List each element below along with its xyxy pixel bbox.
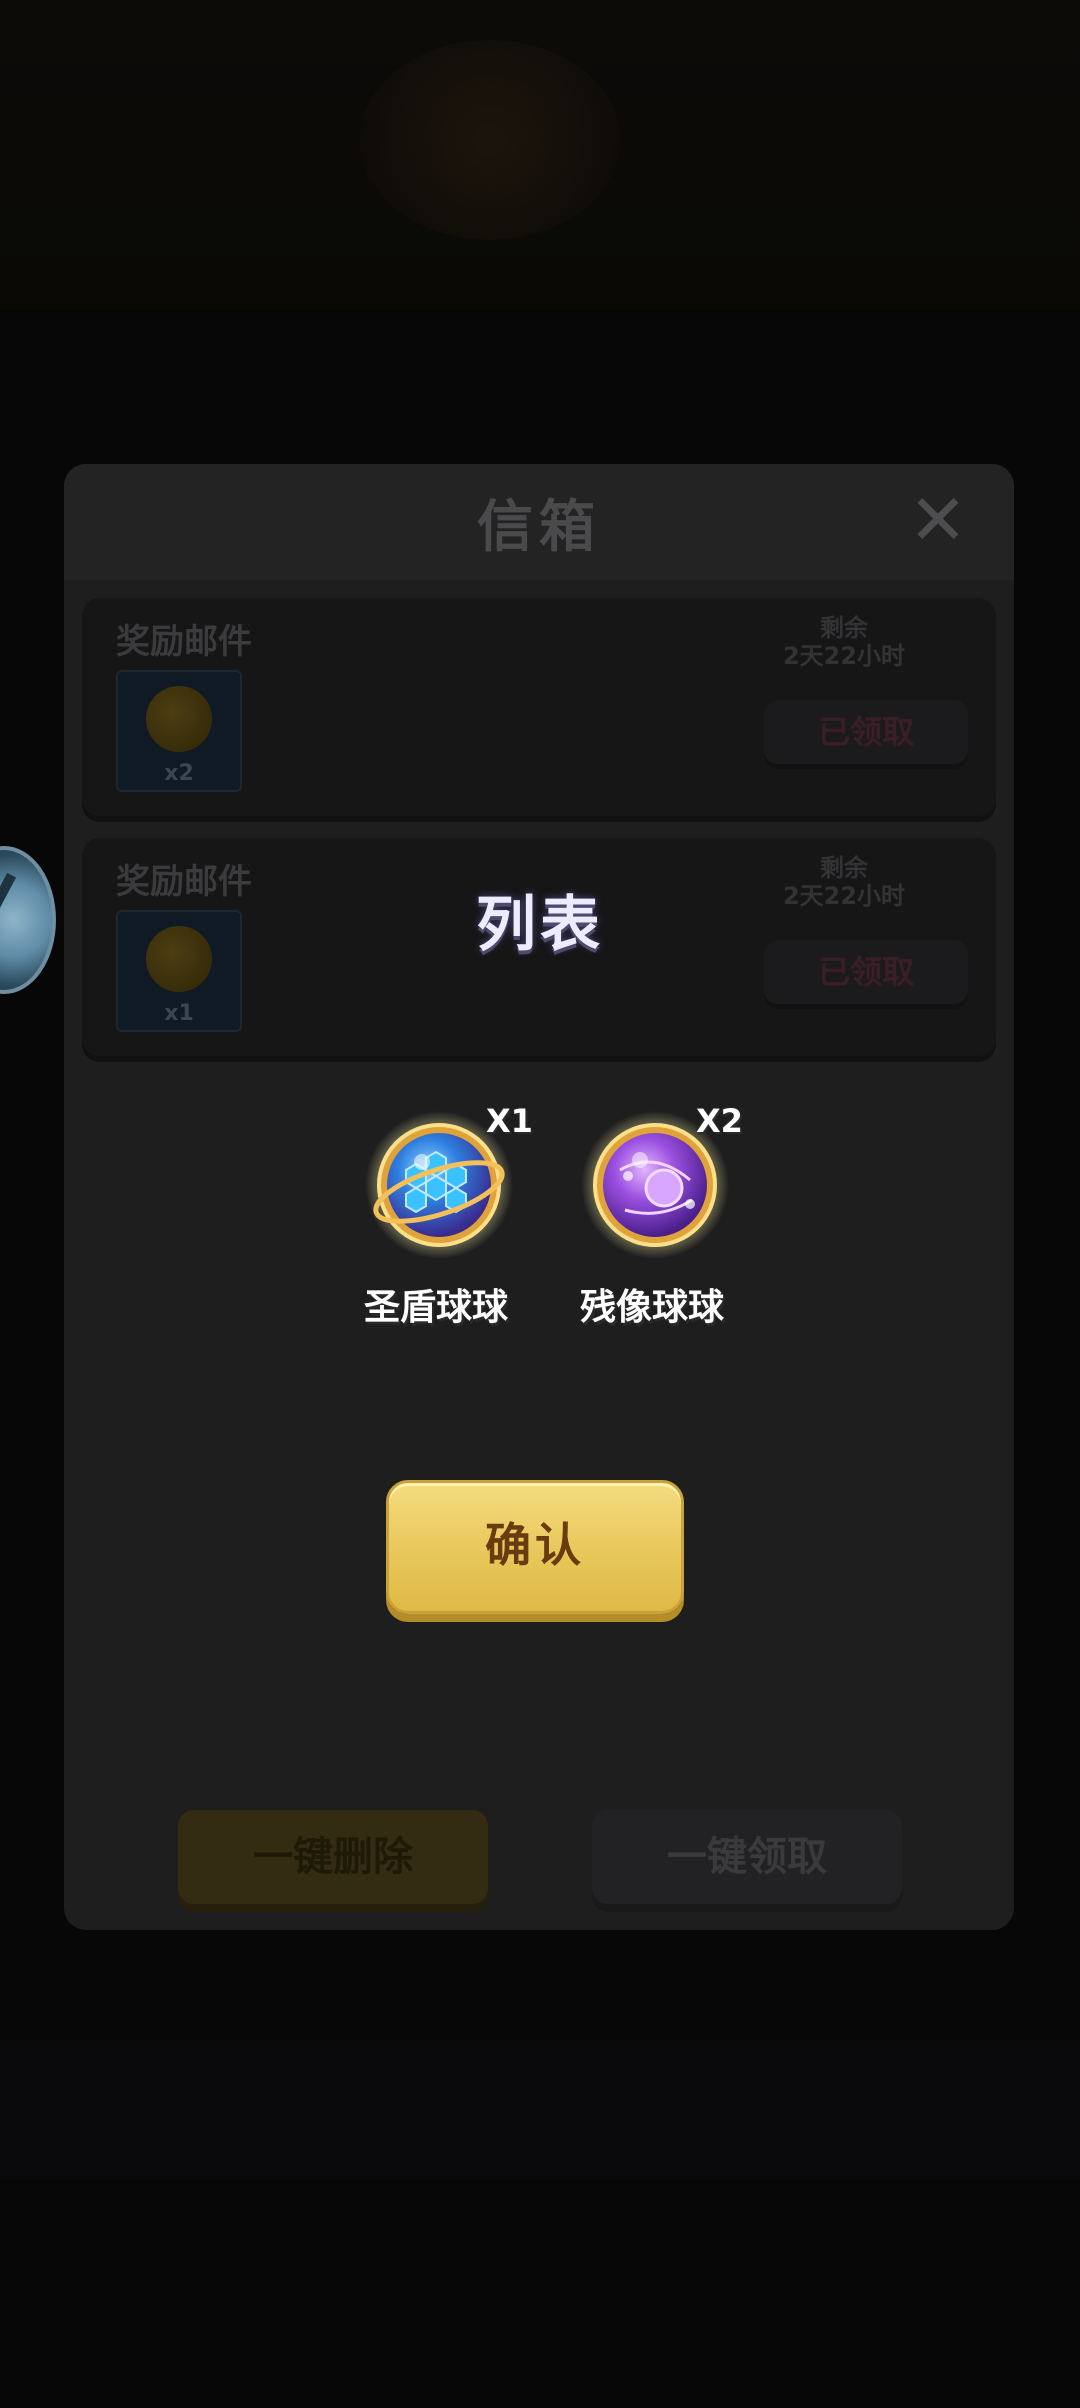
mailbox-header: 信箱 ✕ [64,464,1014,580]
mail-claimed-button[interactable]: 已领取 [764,700,968,764]
confirm-button[interactable]: 确认 [386,1480,684,1614]
mail-item[interactable]: 奖励邮件 x2 剩余 2天22小时 已领取 [82,598,996,816]
reward-count: X2 [696,1102,743,1140]
coin-icon [146,686,212,752]
bottom-nav-dimmed [0,2040,1080,2180]
reward-item: X1 圣盾球球 [346,1102,533,1342]
reward-count: X1 [486,1102,533,1140]
mail-attachment-count: x2 [164,761,194,786]
game-screen: 信箱 ✕ 奖励邮件 x2 剩余 2天22小时 已领取 奖励邮件 x1 剩余 2天… [0,0,1080,2408]
reward-item: X2 残像球球 [562,1102,743,1342]
mail-remaining-time: 2天22小时 [782,642,906,670]
delete-all-button[interactable]: 一键删除 [178,1810,488,1904]
close-icon[interactable]: ✕ [900,482,976,558]
reward-name: 残像球球 [579,1287,724,1328]
mail-attachment: x2 [116,670,242,792]
mailbox-title: 信箱 [477,495,601,560]
popup-title: 列表 [476,890,604,960]
mailbox-panel: 信箱 ✕ 奖励邮件 x2 剩余 2天22小时 已领取 奖励邮件 x1 剩余 2天… [64,464,1014,1930]
mail-attachment-count: x1 [164,1001,194,1026]
mail-remaining: 剩余 2天22小时 [744,614,944,670]
mail-remaining-label: 剩余 [820,614,868,642]
background-glow [360,40,620,240]
reward-name: 圣盾球球 [363,1287,508,1328]
mail-title: 奖励邮件 [116,622,252,662]
claim-all-button[interactable]: 一键领取 [592,1810,902,1904]
